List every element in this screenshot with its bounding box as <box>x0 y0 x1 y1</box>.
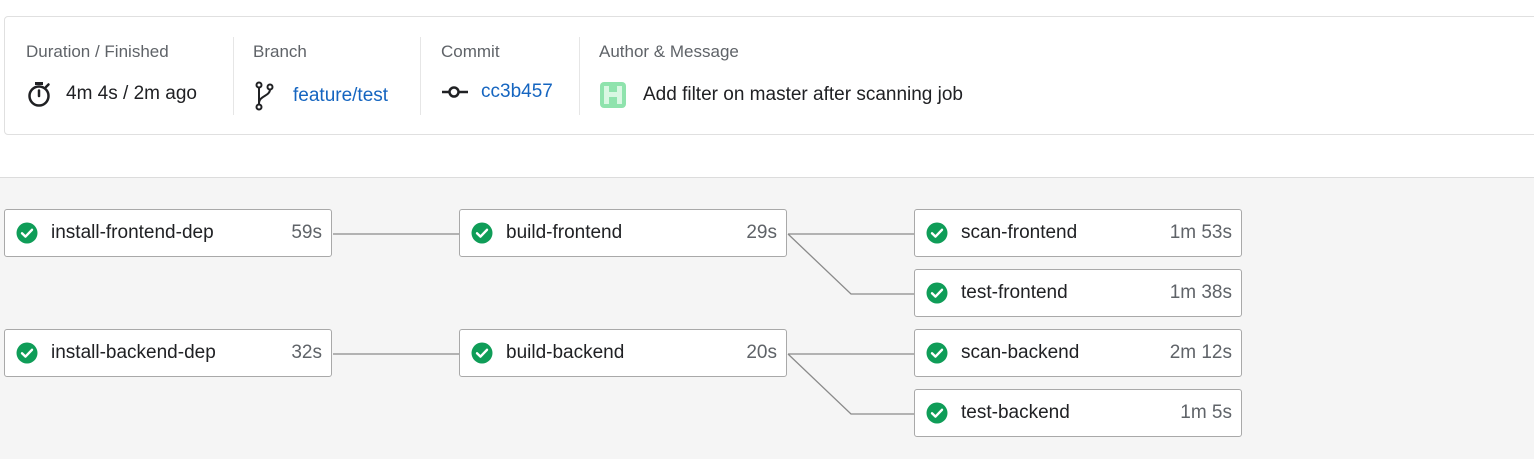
success-check-icon <box>471 222 493 244</box>
commit-value-row: cc3b457 <box>441 81 553 103</box>
job-name: test-frontend <box>961 282 1068 303</box>
success-check-icon <box>926 222 948 244</box>
job-duration: 32s <box>291 342 322 363</box>
job-install-frontend-dep[interactable]: install-frontend-dep 59s <box>4 209 332 257</box>
author-value-row: Add filter on master after scanning job <box>599 81 963 109</box>
commit-icon <box>441 85 469 99</box>
divider <box>579 37 580 115</box>
job-scan-frontend[interactable]: scan-frontend 1m 53s <box>914 209 1242 257</box>
pipeline-graph: install-frontend-dep 59s build-frontend … <box>0 177 1534 459</box>
commit-label: Commit <box>441 42 500 61</box>
pipeline-summary-card: Duration / Finished 4m 4s / 2m ago Branc… <box>4 16 1534 135</box>
success-check-icon <box>16 222 38 244</box>
job-duration: 1m 38s <box>1169 282 1232 303</box>
job-test-backend[interactable]: test-backend 1m 5s <box>914 389 1242 437</box>
job-name: test-backend <box>961 402 1070 423</box>
job-name: install-backend-dep <box>51 342 216 363</box>
job-scan-backend[interactable]: scan-backend 2m 12s <box>914 329 1242 377</box>
job-duration: 1m 5s <box>1180 402 1232 423</box>
duration-value-row: 4m 4s / 2m ago <box>26 81 197 107</box>
job-build-backend[interactable]: build-backend 20s <box>459 329 787 377</box>
job-build-frontend[interactable]: build-frontend 29s <box>459 209 787 257</box>
author-avatar[interactable] <box>599 81 627 109</box>
commit-message: Add filter on master after scanning job <box>643 84 964 105</box>
success-check-icon <box>471 342 493 364</box>
edge-build-frontend-to-test-frontend <box>787 233 914 295</box>
author-label: Author & Message <box>599 42 739 61</box>
stopwatch-icon <box>26 81 52 107</box>
duration-label: Duration / Finished <box>26 42 169 61</box>
job-duration: 20s <box>746 342 777 363</box>
branch-value-row: feature/test <box>253 81 388 111</box>
job-name: scan-frontend <box>961 222 1078 243</box>
job-name: install-frontend-dep <box>51 222 214 243</box>
job-test-frontend[interactable]: test-frontend 1m 38s <box>914 269 1242 317</box>
success-check-icon <box>926 402 948 424</box>
job-name: scan-backend <box>961 342 1080 363</box>
branch-label: Branch <box>253 42 307 61</box>
job-name: build-frontend <box>506 222 623 243</box>
divider <box>233 37 234 115</box>
duration-value: 4m 4s / 2m ago <box>66 83 197 104</box>
commit-link[interactable]: cc3b457 <box>481 81 553 103</box>
job-duration: 59s <box>291 222 322 243</box>
job-install-backend-dep[interactable]: install-backend-dep 32s <box>4 329 332 377</box>
success-check-icon <box>16 342 38 364</box>
job-duration: 1m 53s <box>1169 222 1232 243</box>
job-name: build-backend <box>506 342 625 363</box>
edge-build-backend-to-test-backend <box>787 353 914 415</box>
success-check-icon <box>926 282 948 304</box>
job-duration: 29s <box>746 222 777 243</box>
success-check-icon <box>926 342 948 364</box>
branch-icon <box>253 81 275 111</box>
branch-link[interactable]: feature/test <box>293 85 388 107</box>
job-duration: 2m 12s <box>1169 342 1232 363</box>
divider <box>420 37 421 115</box>
